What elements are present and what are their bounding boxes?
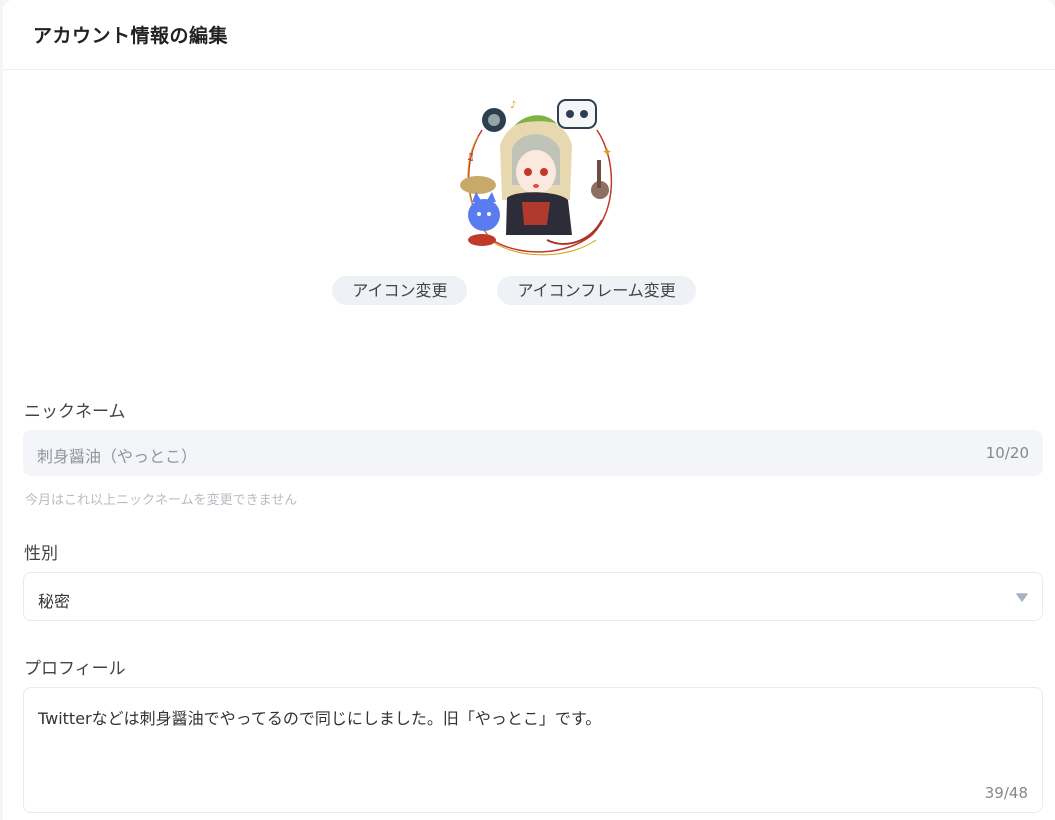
avatar[interactable]: ✦ ♪ ♫ [452, 90, 622, 260]
profile-textarea[interactable]: Twitterなどは刺身醤油でやってるので同じにしました。旧「やっとこ」です。 … [23, 687, 1043, 813]
nickname-counter: 10/20 [985, 444, 1029, 462]
page-title: アカウント情報の編集 [33, 25, 229, 47]
avatar-image-icon: ✦ ♪ ♫ [460, 99, 613, 256]
gender-select[interactable]: 秘密 [23, 572, 1043, 621]
svg-text:♪: ♪ [510, 100, 516, 111]
profile-value: Twitterなどは刺身醤油でやってるので同じにしました。旧「やっとこ」です。 [38, 709, 602, 728]
svg-text:♫: ♫ [466, 152, 475, 163]
change-icon-frame-button[interactable]: アイコンフレーム変更 [497, 276, 696, 305]
edit-account-panel: アカウント情報の編集 ✦ ♪ ♫ アイコン変更 アイコンフレーム変更 ニックネー… [3, 0, 1055, 820]
profile-counter: 39/48 [984, 784, 1028, 802]
change-icon-button[interactable]: アイコン変更 [332, 276, 468, 305]
profile-label: プロフィール [24, 659, 126, 679]
gender-value: 秘密 [38, 592, 71, 611]
caret-down-icon [1016, 593, 1028, 602]
icon-button-row: アイコン変更 アイコンフレーム変更 [3, 276, 1055, 305]
svg-text:✦: ✦ [602, 145, 612, 159]
panel-header: アカウント情報の編集 [3, 0, 1055, 70]
nickname-value: 刺身醤油（やっとこ） [37, 447, 198, 466]
nickname-label: ニックネーム [24, 402, 126, 422]
nickname-field[interactable]: 刺身醤油（やっとこ） 10/20 [23, 430, 1043, 476]
nickname-hint: 今月はこれ以上ニックネームを変更できません [25, 493, 298, 508]
gender-label: 性別 [24, 544, 58, 564]
